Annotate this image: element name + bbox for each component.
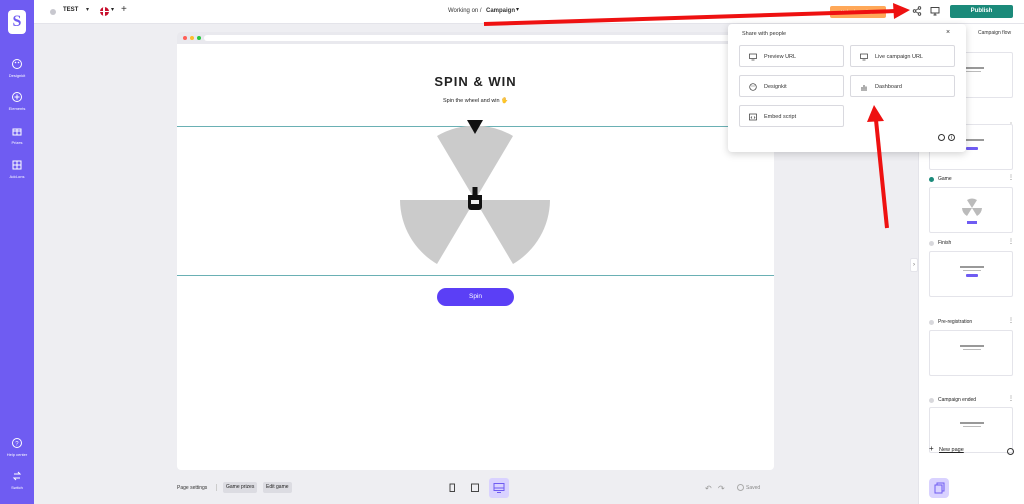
- annotation-arrows: [483, 3, 910, 229]
- arrow-to-dashboard: [867, 105, 889, 229]
- arrow-to-share-icon: [483, 3, 910, 26]
